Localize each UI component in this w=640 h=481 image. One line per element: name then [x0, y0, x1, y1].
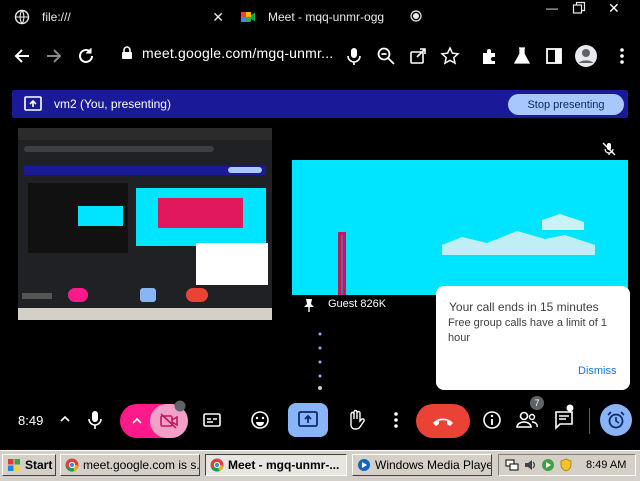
taskbar-item[interactable]: meet.google.com is s... [60, 454, 200, 476]
chevron-up-icon[interactable] [58, 412, 72, 426]
meeting-time: 8:49 [18, 413, 44, 428]
people-icon[interactable] [516, 410, 538, 430]
dismiss-button[interactable]: Dismiss [578, 365, 617, 377]
participant-count-badge: 7 [530, 396, 544, 410]
browser-tab-strip: file:/// ✕ Meet - mqq-unmr-ogg — ✕ [0, 0, 640, 34]
self-screen-share-tile [18, 128, 272, 320]
timer-button[interactable] [600, 404, 632, 436]
taskbar-item-label: Meet - mgq-unmr-... [228, 458, 340, 472]
toast-body: Free group calls have a limit of 1 hour [448, 317, 607, 344]
stop-presenting-button[interactable]: Stop presenting [508, 94, 624, 115]
more-menu-icon[interactable] [612, 46, 632, 66]
present-now-button[interactable] [288, 403, 328, 437]
mic-off-icon [602, 142, 616, 156]
labs-flask-icon[interactable] [512, 46, 532, 66]
camera-off-icon [160, 413, 178, 429]
alarm-clock-icon [607, 411, 625, 429]
chat-icon[interactable] [554, 410, 574, 430]
recording-indicator-icon[interactable] [410, 10, 422, 22]
window-close-button[interactable]: ✕ [608, 0, 620, 17]
chevron-up-icon [132, 417, 142, 424]
screen-share-preview [18, 128, 272, 320]
emoji-icon[interactable] [250, 410, 270, 430]
side-panel-icon[interactable] [544, 46, 564, 66]
media-tray-icon[interactable] [541, 458, 555, 472]
windows-logo-icon [8, 459, 20, 471]
window-minimize-button[interactable]: — [546, 1, 558, 15]
taskbar-clock: 8:49 AM [586, 459, 627, 471]
raise-hand-icon[interactable] [346, 409, 366, 431]
captions-icon[interactable] [202, 410, 222, 430]
meet-logo-icon [241, 12, 255, 22]
volume-icon[interactable] [523, 458, 537, 472]
chrome-icon [65, 458, 79, 472]
scroll-dots [318, 332, 322, 390]
start-button[interactable]: Start [2, 454, 56, 476]
start-label: Start [25, 458, 53, 472]
media-player-icon [358, 459, 370, 471]
address-bar[interactable]: meet.google.com/mgq-unmr... [142, 45, 333, 61]
taskbar-item-label: meet.google.com is s... [83, 458, 200, 472]
microphone-icon[interactable] [344, 46, 364, 66]
profile-avatar-icon[interactable] [574, 44, 598, 68]
presenting-label: vm2 (You, presenting) [54, 97, 171, 111]
tab-title: file:/// [42, 10, 71, 24]
back-arrow-icon[interactable] [12, 46, 32, 66]
chat-notification-dot [566, 404, 574, 412]
window-restore-button[interactable] [572, 1, 586, 15]
tab-title: Meet - mqq-unmr-ogg [268, 10, 385, 24]
close-tab-icon[interactable]: ✕ [212, 9, 224, 26]
taskbar-item-label: Windows Media Player [375, 458, 492, 472]
control-divider [589, 408, 590, 434]
camera-warning-badge [174, 400, 186, 412]
present-screen-icon [24, 96, 42, 111]
toast-title: Your call ends in 15 minutes [449, 300, 599, 314]
reload-icon[interactable] [76, 46, 96, 66]
share-icon[interactable] [408, 46, 428, 66]
taskbar-item-active[interactable]: Meet - mgq-unmr-... [205, 454, 347, 476]
taskbar-item[interactable]: Windows Media Player [352, 454, 492, 476]
globe-icon [14, 9, 30, 25]
forward-arrow-icon[interactable] [44, 46, 64, 66]
participant-name: Guest 826K [328, 298, 387, 310]
network-icon[interactable] [505, 458, 519, 472]
guest-video-stream [292, 160, 628, 295]
chrome-icon [210, 458, 224, 472]
present-screen-icon [298, 411, 318, 427]
meeting-info-icon[interactable] [482, 410, 502, 430]
leave-call-button[interactable] [416, 404, 470, 438]
lock-icon[interactable] [121, 46, 133, 60]
tab-meet[interactable]: Meet - mqq-unmr-ogg [240, 0, 426, 34]
bookmark-star-icon[interactable] [440, 46, 460, 66]
more-options-icon[interactable] [388, 410, 404, 430]
hang-up-icon [433, 418, 453, 426]
zoom-out-icon[interactable] [376, 46, 396, 66]
pin-icon[interactable] [303, 298, 315, 312]
microphone-icon[interactable] [86, 410, 104, 430]
security-shield-icon[interactable] [559, 458, 573, 472]
guest-video-frame [292, 160, 628, 295]
extensions-puzzle-icon[interactable] [480, 46, 500, 66]
tab-file[interactable]: file:/// ✕ [14, 0, 228, 34]
